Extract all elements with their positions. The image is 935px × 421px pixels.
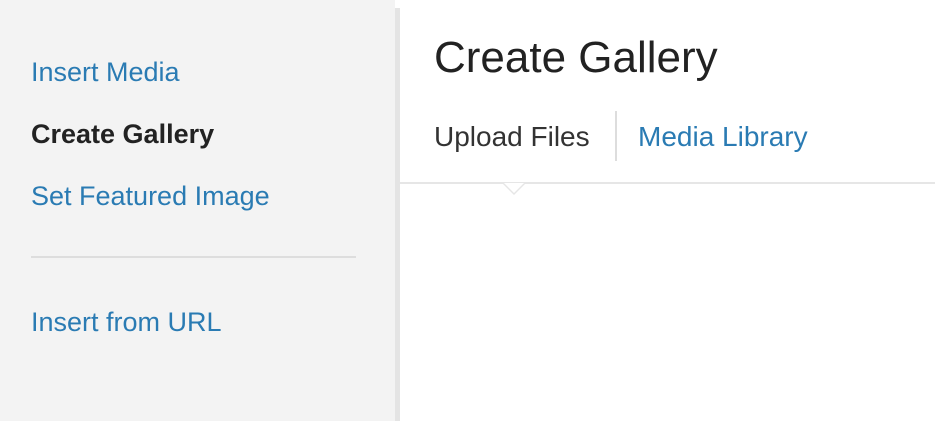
tab-media-library[interactable]: Media Library bbox=[638, 120, 808, 154]
menu-item-create-gallery[interactable]: Create Gallery bbox=[31, 118, 214, 150]
tab-upload-files[interactable]: Upload Files bbox=[434, 120, 590, 154]
menu-item-insert-from-url[interactable]: Insert from URL bbox=[31, 306, 222, 338]
media-modal: Insert Media Create Gallery Set Featured… bbox=[0, 0, 935, 421]
page-title: Create Gallery bbox=[434, 33, 718, 82]
media-router-tabs: Upload Files Media Library bbox=[400, 108, 935, 184]
media-menu-sidebar: Insert Media Create Gallery Set Featured… bbox=[0, 0, 395, 421]
menu-item-set-featured-image[interactable]: Set Featured Image bbox=[31, 180, 270, 212]
media-frame-content: Create Gallery Upload Files Media Librar… bbox=[400, 0, 935, 421]
menu-item-insert-media[interactable]: Insert Media bbox=[31, 56, 180, 88]
upload-content-area bbox=[400, 184, 935, 421]
tab-separator bbox=[615, 111, 617, 161]
menu-separator bbox=[31, 256, 356, 258]
active-tab-indicator-inner bbox=[504, 183, 524, 193]
